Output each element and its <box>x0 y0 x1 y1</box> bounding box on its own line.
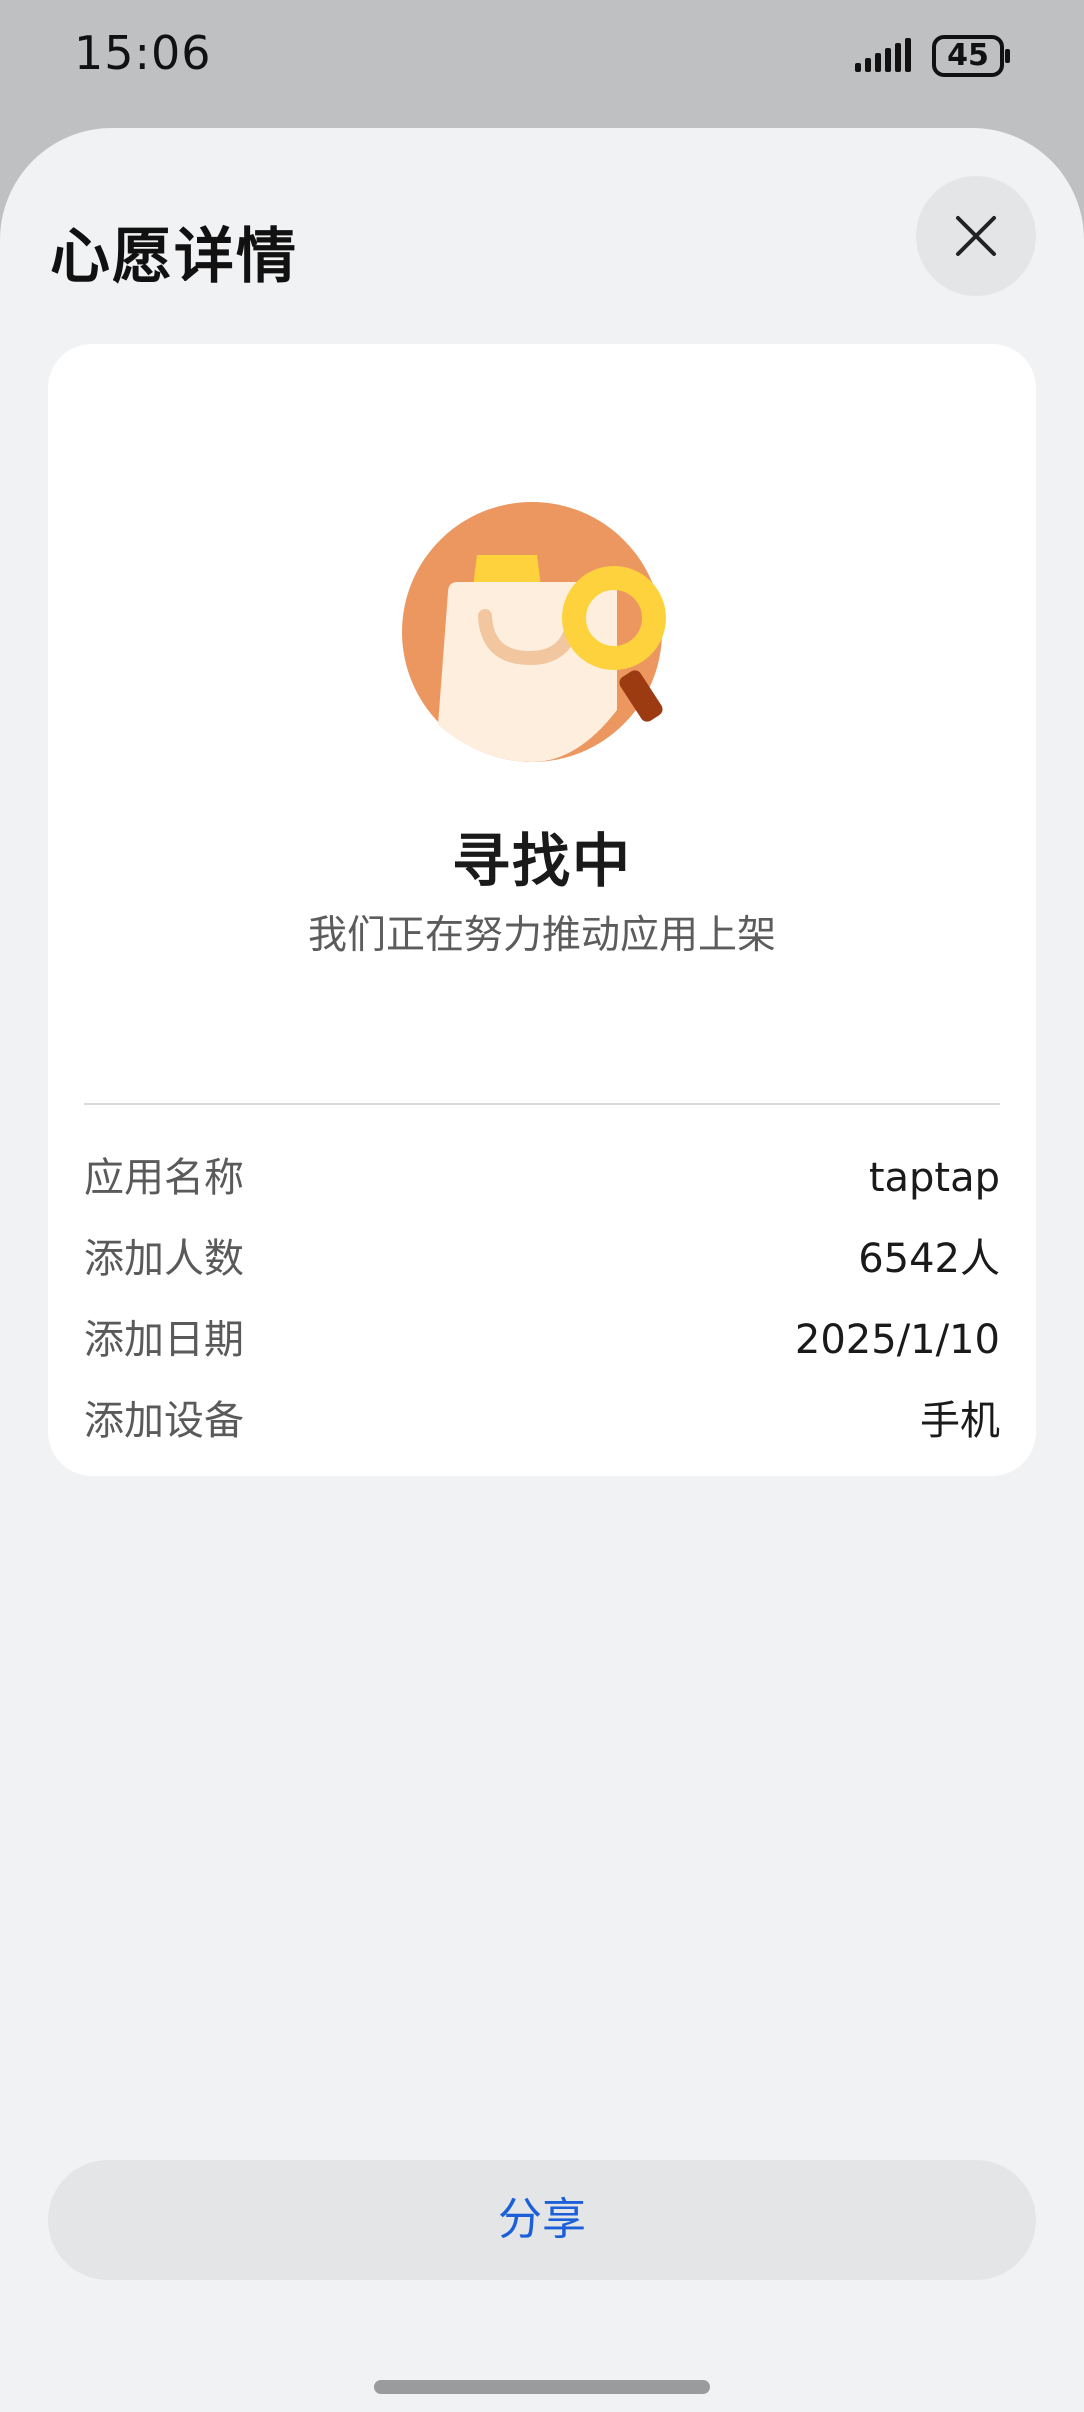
close-button[interactable] <box>916 176 1036 296</box>
info-row-app-name: 应用名称 taptap <box>84 1148 1000 1208</box>
shopping-bag-search-icon <box>402 502 666 762</box>
home-indicator[interactable] <box>374 2380 710 2394</box>
battery-level: 45 <box>947 38 989 73</box>
page-title: 心愿详情 <box>50 222 298 292</box>
info-label: 添加日期 <box>84 1317 244 1363</box>
info-value: 2025/1/10 <box>794 1317 1000 1363</box>
status-time: 15:06 <box>74 26 212 80</box>
info-row-add-device: 添加设备 手机 <box>84 1391 1000 1451</box>
info-label: 添加设备 <box>84 1398 244 1444</box>
signal-icon <box>855 38 911 72</box>
wish-info-card: 寻找中 我们正在努力推动应用上架 应用名称 taptap 添加人数 6542人 … <box>48 344 1036 1476</box>
status-bar: 15:06 45 <box>0 0 1084 128</box>
close-icon <box>956 216 996 256</box>
info-row-add-count: 添加人数 6542人 <box>84 1229 1000 1289</box>
status-subtitle: 我们正在努力推动应用上架 <box>307 913 776 958</box>
info-value: 手机 <box>920 1398 1000 1444</box>
info-label: 添加人数 <box>84 1236 244 1282</box>
wish-detail-sheet: 心愿详情 寻找中 我们正在努力推动应用上架 应用名称 taptap 添加人数 6… <box>0 128 1084 2412</box>
info-value: taptap <box>868 1155 1000 1201</box>
info-label: 应用名称 <box>84 1155 244 1201</box>
divider <box>84 1103 1000 1105</box>
info-value: 6542人 <box>858 1236 1000 1282</box>
status-title: 寻找中 <box>451 827 632 895</box>
info-row-add-date: 添加日期 2025/1/10 <box>84 1310 1000 1370</box>
share-button[interactable]: 分享 <box>48 2160 1036 2280</box>
battery-icon: 45 <box>932 34 1012 78</box>
